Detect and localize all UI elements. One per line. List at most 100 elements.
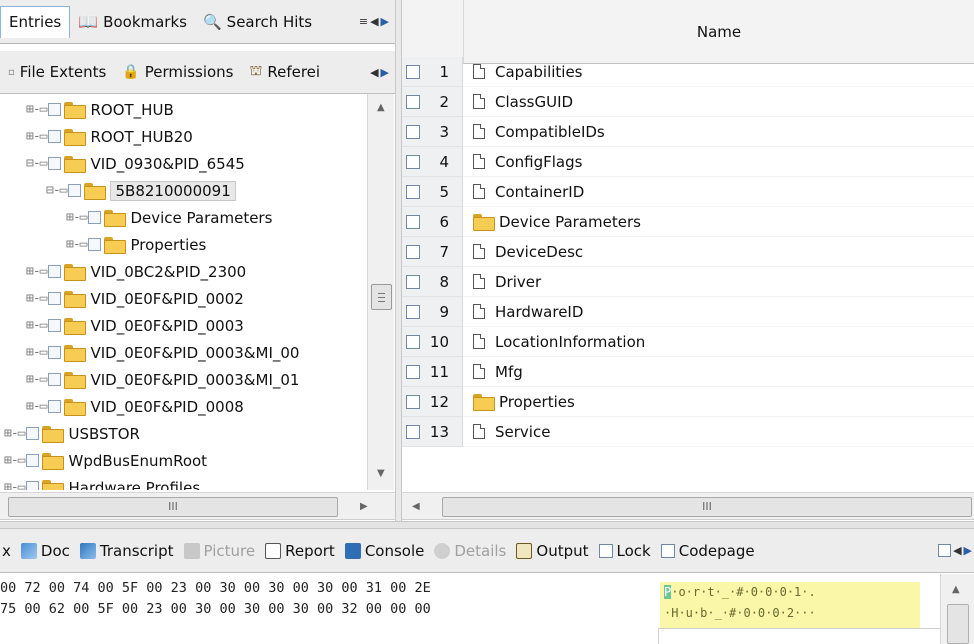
hex-scroll-up-arrow-icon[interactable]: ▲ <box>952 584 960 595</box>
tree-node[interactable]: ⊞-▭ Hardware Profiles <box>4 474 200 490</box>
tab-doc[interactable]: Doc <box>16 535 75 567</box>
lock-toggle[interactable]: Lock <box>594 535 656 567</box>
row-name-cell[interactable]: Service <box>463 417 974 447</box>
tree-checkbox[interactable] <box>48 400 62 413</box>
tree-expander[interactable]: ⊞-▭ <box>26 129 48 144</box>
table-row[interactable]: 11 Mfg <box>402 357 974 387</box>
tree-checkbox[interactable] <box>48 103 62 116</box>
tabs-menu-icon[interactable]: ≡ <box>359 15 368 28</box>
tree-node[interactable]: ⊞-▭ USBSTOR <box>4 420 140 447</box>
tree-node[interactable]: ⊞-▭ VID_0BC2&PID_2300 <box>26 258 246 285</box>
tree-checkbox[interactable] <box>26 454 40 467</box>
tab2-scroll-left-icon[interactable]: ◀ <box>370 66 378 79</box>
tree-node[interactable]: ⊞-▭ VID_0E0F&PID_0003&MI_00 <box>26 339 299 366</box>
tab-scroll-left-icon[interactable]: ◀ <box>370 15 378 28</box>
tree-node[interactable]: ⊞-▭ Device Parameters <box>66 204 272 231</box>
table-row[interactable]: 9 HardwareID <box>402 297 974 327</box>
tree-checkbox[interactable] <box>68 184 82 197</box>
bottom-scroll-right-icon[interactable]: ▶ <box>964 544 972 557</box>
tree-expander[interactable]: ⊟-▭ <box>26 156 48 171</box>
row-checkbox[interactable] <box>406 214 420 229</box>
tree-expander[interactable]: ⊞-▭ <box>26 345 48 360</box>
list-hscroll-left-arrow-icon[interactable]: ◀ <box>412 501 420 512</box>
pane-splitter-horizontal[interactable] <box>0 521 974 529</box>
row-name-cell[interactable]: Mfg <box>463 357 974 387</box>
lock-checkbox[interactable] <box>598 543 613 558</box>
tree-checkbox[interactable] <box>26 481 40 490</box>
row-checkbox[interactable] <box>406 124 420 139</box>
tree-horizontal-scrollbar[interactable]: III ▶ <box>0 492 395 520</box>
row-checkbox[interactable] <box>406 364 420 379</box>
tree-checkbox[interactable] <box>88 211 102 224</box>
hex-scroll-thumb[interactable] <box>947 604 969 644</box>
pane-splitter-vertical[interactable] <box>395 0 402 525</box>
tab-search-hits[interactable]: 🔍 Search Hits <box>195 6 320 38</box>
scroll-up-arrow-icon[interactable]: ▲ <box>377 102 385 113</box>
tree-expander[interactable]: ⊞-▭ <box>26 291 48 306</box>
table-row[interactable]: 13 Service <box>402 417 974 447</box>
tab-entries[interactable]: Entries <box>0 5 71 38</box>
table-row[interactable]: 3 CompatibleIDs <box>402 117 974 147</box>
tree-expander[interactable]: ⊞-▭ <box>26 318 48 333</box>
hscroll-right-arrow-icon[interactable]: ▶ <box>360 501 368 512</box>
table-row[interactable]: 12 Properties <box>402 387 974 417</box>
tab-text[interactable]: x <box>0 535 16 567</box>
tree-expander[interactable]: ⊞-▭ <box>4 453 26 468</box>
tree-checkbox[interactable] <box>26 427 40 440</box>
row-name-cell[interactable]: ConfigFlags <box>463 147 974 177</box>
list-header-name[interactable]: Name <box>463 0 974 64</box>
scroll-down-arrow-icon[interactable]: ▼ <box>377 468 385 479</box>
tree-node[interactable]: ⊞-▭ VID_0E0F&PID_0003 <box>26 312 244 339</box>
row-checkbox[interactable] <box>406 304 420 319</box>
table-row[interactable]: 8 Driver <box>402 267 974 297</box>
tab-permissions[interactable]: 🔒 Permissions <box>114 56 241 88</box>
table-row[interactable]: 4 ConfigFlags <box>402 147 974 177</box>
tree-checkbox[interactable] <box>48 319 62 332</box>
row-checkbox[interactable] <box>406 154 420 169</box>
tree-checkbox[interactable] <box>48 130 62 143</box>
row-name-cell[interactable]: Driver <box>463 267 974 297</box>
row-checkbox[interactable] <box>406 184 420 199</box>
tab-transcript[interactable]: Transcript <box>75 535 179 567</box>
tab-references[interactable]: ⛫ Referei <box>241 56 328 88</box>
row-name-cell[interactable]: ClassGUID <box>463 87 974 117</box>
overflow-checkbox[interactable] <box>938 544 952 557</box>
tree-checkbox[interactable] <box>48 373 62 386</box>
row-name-cell[interactable]: Device Parameters <box>463 207 974 237</box>
ascii-view[interactable]: P·o·r·t·_·#·0·0·0·1·. ·H·u·b·_·#·0·0·0·2… <box>660 582 920 628</box>
tree-expander[interactable]: ⊞-▭ <box>4 426 26 441</box>
row-checkbox[interactable] <box>406 244 420 259</box>
list-header-index[interactable] <box>402 0 463 64</box>
tree-scroll-thumb[interactable] <box>371 284 392 310</box>
tree-node[interactable]: ⊞-▭ WpdBusEnumRoot <box>4 447 207 474</box>
tab-file-extents[interactable]: ▫ File Extents <box>0 56 114 88</box>
tree-node[interactable]: ⊞-▭ VID_0E0F&PID_0002 <box>26 285 244 312</box>
tree-checkbox[interactable] <box>48 265 62 278</box>
tree-node[interactable]: ⊟-▭ VID_0930&PID_6545 <box>26 150 245 177</box>
tree-expander[interactable]: ⊞-▭ <box>26 372 48 387</box>
tab2-scroll-right-icon[interactable]: ▶ <box>381 66 389 79</box>
list-hscroll-thumb[interactable]: III <box>442 497 972 517</box>
table-row[interactable]: 2 ClassGUID <box>402 87 974 117</box>
codepage-checkbox[interactable] <box>660 543 675 558</box>
table-row[interactable]: 10 LocationInformation <box>402 327 974 357</box>
tab-console[interactable]: Console <box>340 535 430 567</box>
row-checkbox[interactable] <box>406 274 420 289</box>
table-row[interactable]: 5 ContainerID <box>402 177 974 207</box>
tree-expander[interactable]: ⊞-▭ <box>26 102 48 117</box>
tab-output[interactable]: Output <box>511 535 593 567</box>
row-checkbox[interactable] <box>406 334 420 349</box>
tree-node[interactable]: ⊞-▭ ROOT_HUB <box>26 96 174 123</box>
tree-expander[interactable]: ⊞-▭ <box>4 480 26 490</box>
tree-checkbox[interactable] <box>48 346 62 359</box>
row-checkbox[interactable] <box>406 64 420 79</box>
bottom-scroll-left-icon[interactable]: ◀ <box>953 544 961 557</box>
row-name-cell[interactable]: Capabilities <box>463 57 974 87</box>
tree-hscroll-thumb[interactable]: III <box>8 497 338 517</box>
tree-expander[interactable]: ⊞-▭ <box>26 264 48 279</box>
tab-scroll-right-icon[interactable]: ▶ <box>381 15 389 28</box>
tree-node[interactable]: ⊞-▭ ROOT_HUB20 <box>26 123 193 150</box>
tab-details[interactable]: Details <box>429 535 511 567</box>
tree-node[interactable]: ⊞-▭ VID_0E0F&PID_0008 <box>26 393 244 420</box>
table-row[interactable]: 6 Device Parameters <box>402 207 974 237</box>
